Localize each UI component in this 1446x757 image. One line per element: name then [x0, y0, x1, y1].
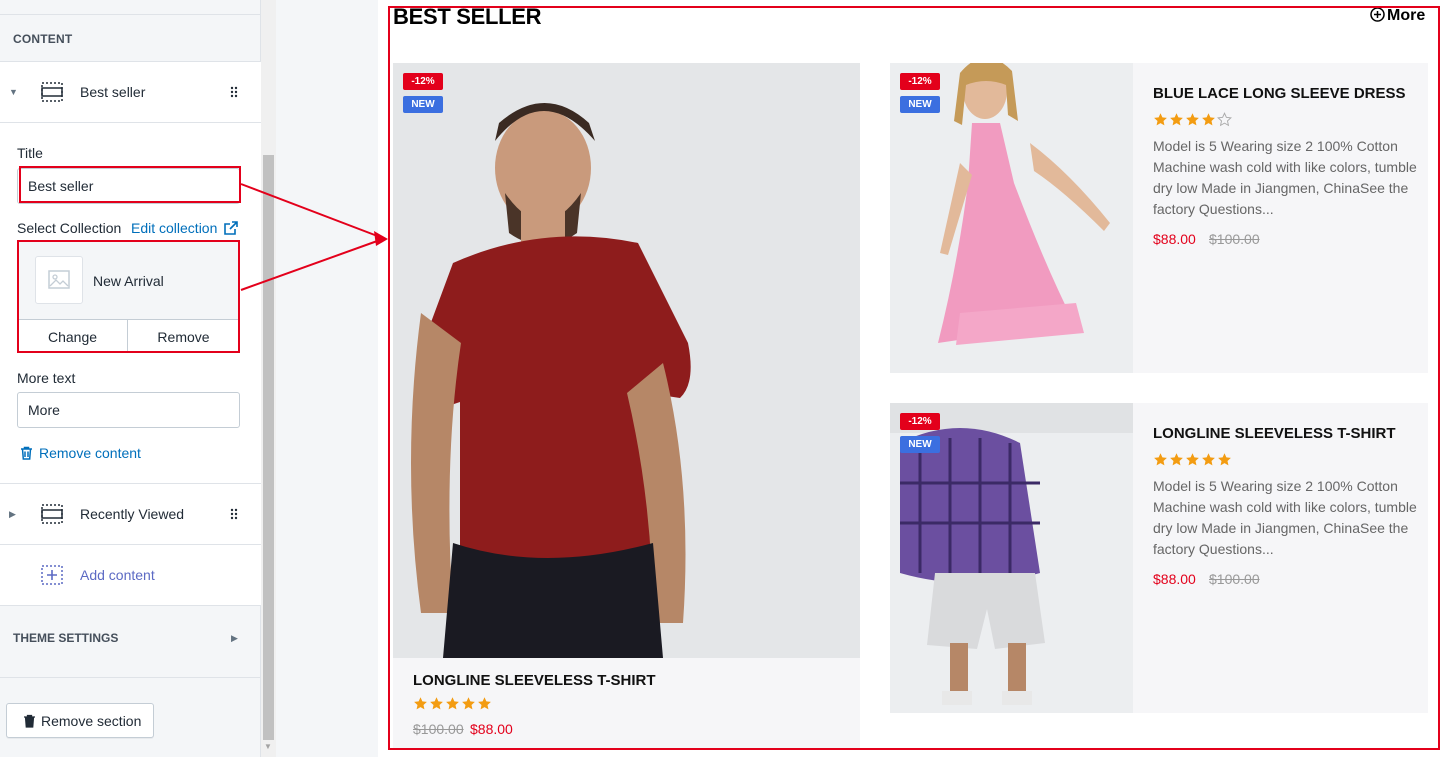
title-label: Title: [17, 145, 43, 161]
section-label: Best seller: [80, 84, 146, 100]
caret-down-icon[interactable]: ▼: [9, 87, 18, 97]
divider: [0, 14, 261, 15]
section-row-recently-viewed[interactable]: ▶ Recently Viewed: [0, 484, 261, 544]
remove-section-label: Remove section: [41, 713, 142, 729]
drag-handle-icon[interactable]: [230, 508, 238, 520]
divider: [0, 605, 261, 606]
preview-highlight-box: [388, 6, 1440, 750]
theme-settings-heading[interactable]: THEME SETTINGS: [13, 631, 118, 645]
section-label: Recently Viewed: [80, 506, 185, 522]
editor-canvas-margin: [276, 0, 378, 757]
divider: [0, 677, 261, 678]
caret-right-icon[interactable]: ▶: [231, 633, 238, 644]
remove-section-button[interactable]: Remove section: [6, 703, 154, 738]
collection-highlight-box: [17, 240, 240, 353]
theme-editor-sidebar: CONTENT ▼ Best seller Title Best seller …: [0, 0, 261, 757]
more-text-input[interactable]: More: [17, 392, 240, 428]
edit-collection-link[interactable]: Edit collection: [131, 220, 217, 236]
scrollbar-thumb[interactable]: [263, 155, 274, 740]
trash-icon: [21, 446, 32, 460]
more-text-label: More text: [17, 370, 76, 386]
add-content-label: Add content: [80, 567, 155, 583]
sidebar-scrollbar[interactable]: ▼: [261, 0, 276, 757]
external-link-icon[interactable]: [224, 221, 238, 235]
trash-icon: [24, 714, 35, 728]
remove-content-link[interactable]: Remove content: [20, 445, 141, 461]
content-heading: CONTENT: [13, 32, 73, 46]
remove-content-label: Remove content: [39, 445, 141, 461]
section-icon: [41, 82, 63, 102]
section-row-best-seller[interactable]: ▼ Best seller: [0, 62, 261, 122]
add-block-icon: [41, 565, 63, 585]
title-highlight-box: [19, 166, 241, 203]
section-icon: [41, 504, 63, 524]
select-collection-label: Select Collection: [17, 220, 122, 236]
add-content-button[interactable]: Add content: [0, 545, 261, 605]
drag-handle-icon[interactable]: [230, 86, 238, 98]
caret-right-icon[interactable]: ▶: [9, 509, 16, 520]
scroll-down-icon[interactable]: ▼: [264, 742, 272, 751]
